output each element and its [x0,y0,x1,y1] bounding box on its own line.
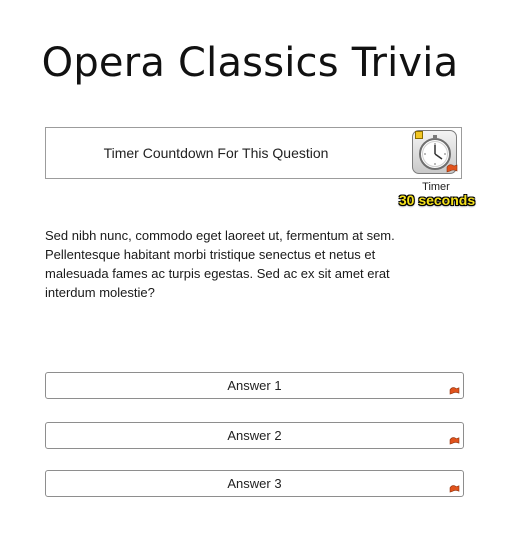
flag-icon [449,387,460,395]
answer-button-3[interactable]: Answer 3 [45,470,464,497]
answer-label: Answer 1 [227,378,282,393]
timer-countdown-label: Timer Countdown For This Question [103,145,329,161]
page-title: Opera Classics Trivia [41,40,459,86]
flag-icon [446,164,458,173]
answer-button-2[interactable]: Answer 2 [45,422,464,449]
timer-countdown-box: Timer Countdown For This Question [45,127,462,179]
lock-badge-icon [415,131,423,139]
timer-widget[interactable] [412,130,459,176]
answer-button-1[interactable]: Answer 1 [45,372,464,399]
trivia-page: Opera Classics Trivia Timer Countdown Fo… [0,0,532,557]
answer-label: Answer 3 [227,476,282,491]
timer-value: 30 seconds [398,192,476,208]
question-text: Sed nibh nunc, commodo eget laoreet ut, … [45,228,395,300]
flag-icon [449,437,460,445]
answer-label: Answer 2 [227,428,282,443]
flag-icon [449,485,460,493]
